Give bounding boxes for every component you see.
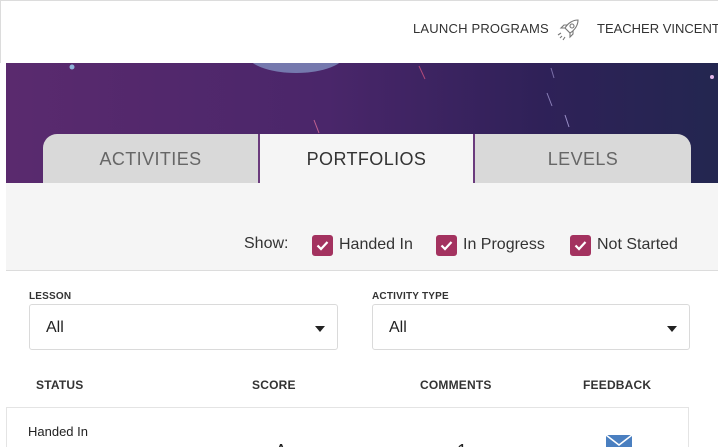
- show-label: Show:: [244, 235, 289, 252]
- checkmark-icon: [312, 234, 333, 256]
- view-tabs: ACTIVITIES PORTFOLIOS LEVELS: [43, 134, 691, 184]
- checkmark-icon: [570, 234, 591, 256]
- top-bar: LAUNCH PROGRAMS TEACHER VINCENT: [0, 0, 718, 63]
- filter-in-progress-label: In Progress: [463, 236, 545, 253]
- column-header-score[interactable]: SCORE: [252, 378, 296, 392]
- filter-in-progress-checkbox[interactable]: In Progress: [436, 234, 545, 256]
- row-score: A: [275, 441, 287, 447]
- column-header-status[interactable]: STATUS: [36, 378, 83, 392]
- row-comments: 1: [457, 441, 467, 447]
- column-header-feedback[interactable]: FEEDBACK: [583, 378, 651, 392]
- table-row[interactable]: Handed In A 1: [6, 407, 689, 447]
- filter-not-started-label: Not Started: [597, 236, 678, 253]
- lesson-label: LESSON: [29, 291, 72, 302]
- chevron-down-icon: [315, 326, 325, 332]
- rocket-icon[interactable]: [556, 16, 582, 42]
- filter-handed-in-checkbox[interactable]: Handed In: [312, 234, 413, 256]
- checkmark-icon: [436, 234, 457, 256]
- activity-type-select-value: All: [389, 319, 407, 336]
- divider: [6, 270, 718, 271]
- user-menu[interactable]: TEACHER VINCENT: [597, 21, 718, 36]
- column-header-comments[interactable]: COMMENTS: [420, 378, 492, 392]
- status-filters: Show: Handed In In Progress Not Started: [6, 232, 718, 258]
- activity-type-label: ACTIVITY TYPE: [372, 291, 449, 302]
- tab-levels[interactable]: LEVELS: [475, 134, 691, 184]
- filter-not-started-checkbox[interactable]: Not Started: [570, 234, 678, 256]
- filter-handed-in-label: Handed In: [339, 236, 413, 253]
- lesson-select-value: All: [46, 319, 64, 336]
- tab-activities[interactable]: ACTIVITIES: [43, 134, 258, 184]
- lesson-select[interactable]: All: [29, 304, 338, 350]
- chevron-down-icon: [667, 326, 677, 332]
- launch-programs-link[interactable]: LAUNCH PROGRAMS: [413, 21, 549, 36]
- row-status: Handed In: [28, 424, 88, 439]
- tab-portfolios[interactable]: PORTFOLIOS: [258, 134, 475, 184]
- activity-type-select[interactable]: All: [372, 304, 690, 350]
- mail-icon[interactable]: [606, 433, 632, 447]
